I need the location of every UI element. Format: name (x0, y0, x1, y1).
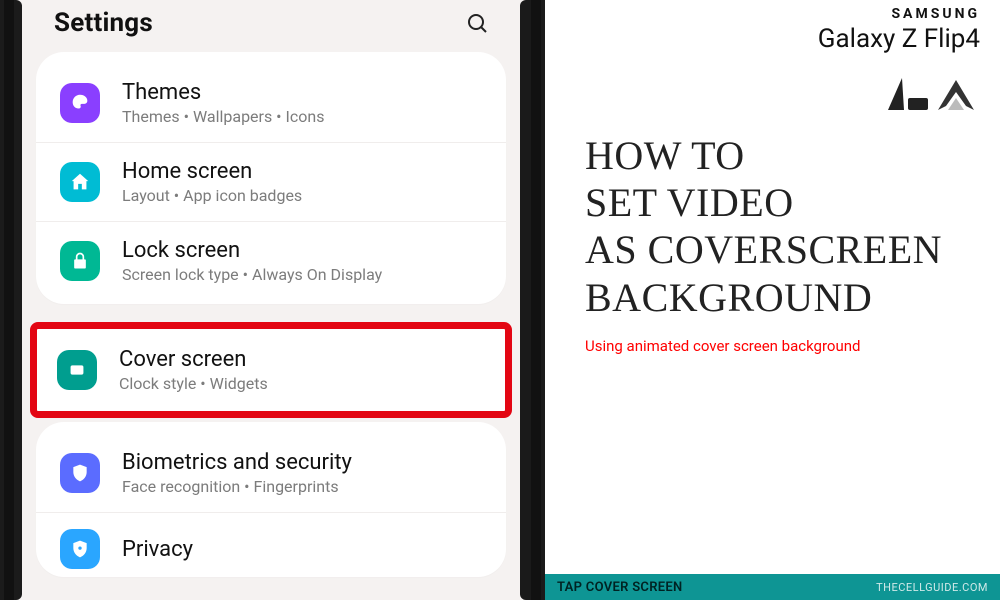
item-title: Lock screen (122, 238, 482, 263)
settings-item-privacy[interactable]: Privacy (36, 512, 506, 573)
item-title: Cover screen (119, 347, 485, 372)
item-texts: Cover screen Clock style • Widgets (119, 347, 485, 393)
howto-line: AS COVERSCREEN (585, 226, 980, 273)
howto-line: HOW TO (585, 132, 980, 179)
item-texts: Privacy (122, 537, 482, 562)
lock-icon (60, 241, 100, 281)
settings-screen: Settings Themes Themes • Wallpapers • Ic… (22, 0, 520, 600)
settings-item-coverscreen[interactable]: Cover screen Clock style • Widgets (37, 329, 505, 411)
article-pane: SAMSUNG Galaxy Z Flip4 HOW TO SET VIDEO … (545, 0, 1000, 600)
brand-block: SAMSUNG Galaxy Z Flip4 (818, 6, 980, 54)
phone-frame-left (0, 0, 22, 600)
item-title: Themes (122, 80, 482, 105)
item-title: Home screen (122, 159, 482, 184)
themes-icon (60, 83, 100, 123)
privacy-icon (60, 529, 100, 569)
item-sub: Screen lock type • Always On Display (122, 265, 482, 284)
caption-credit: THECELLGUIDE.COM (876, 581, 988, 594)
settings-group: Biometrics and security Face recognition… (36, 422, 506, 577)
item-title: Privacy (122, 537, 482, 562)
home-icon (60, 162, 100, 202)
brand-model: Galaxy Z Flip4 (818, 24, 980, 54)
highlight-coverscreen: Cover screen Clock style • Widgets (30, 322, 512, 418)
item-sub: Layout • App icon badges (122, 186, 482, 205)
caption-text: TAP COVER SCREEN (557, 580, 683, 595)
item-texts: Home screen Layout • App icon badges (122, 159, 482, 205)
howto-subtitle: Using animated cover screen background (585, 337, 980, 355)
brand-maker: SAMSUNG (818, 6, 980, 22)
tutorial-slide: Settings Themes Themes • Wallpapers • Ic… (0, 0, 1000, 600)
howto-line: BACKGROUND (585, 274, 980, 321)
search-icon (465, 11, 489, 35)
item-sub: Themes • Wallpapers • Icons (122, 107, 482, 126)
shield-icon (60, 453, 100, 493)
settings-item-biometrics[interactable]: Biometrics and security Face recognition… (36, 434, 506, 512)
item-title: Biometrics and security (122, 450, 482, 475)
caption-bar: TAP COVER SCREEN THECELLGUIDE.COM (545, 574, 1000, 600)
item-texts: Themes Themes • Wallpapers • Icons (122, 80, 482, 126)
item-texts: Lock screen Screen lock type • Always On… (122, 238, 482, 284)
item-texts: Biometrics and security Face recognition… (122, 450, 482, 496)
item-sub: Face recognition • Fingerprints (122, 477, 482, 496)
item-sub: Clock style • Widgets (119, 374, 485, 393)
howto-heading: HOW TO SET VIDEO AS COVERSCREEN BACKGROU… (585, 132, 980, 355)
settings-item-themes[interactable]: Themes Themes • Wallpapers • Icons (36, 64, 506, 142)
coverscreen-icon (57, 350, 97, 390)
settings-header: Settings (22, 0, 520, 52)
howto-line: SET VIDEO (585, 179, 980, 226)
search-button[interactable] (462, 8, 492, 38)
page-title: Settings (54, 8, 153, 38)
phone-frame-right (520, 0, 545, 600)
settings-item-lockscreen[interactable]: Lock screen Screen lock type • Always On… (36, 221, 506, 300)
brand-art-icon (878, 70, 978, 120)
settings-group: Themes Themes • Wallpapers • Icons Home … (36, 52, 506, 304)
settings-item-homescreen[interactable]: Home screen Layout • App icon badges (36, 142, 506, 221)
phone-mock: Settings Themes Themes • Wallpapers • Ic… (0, 0, 545, 600)
